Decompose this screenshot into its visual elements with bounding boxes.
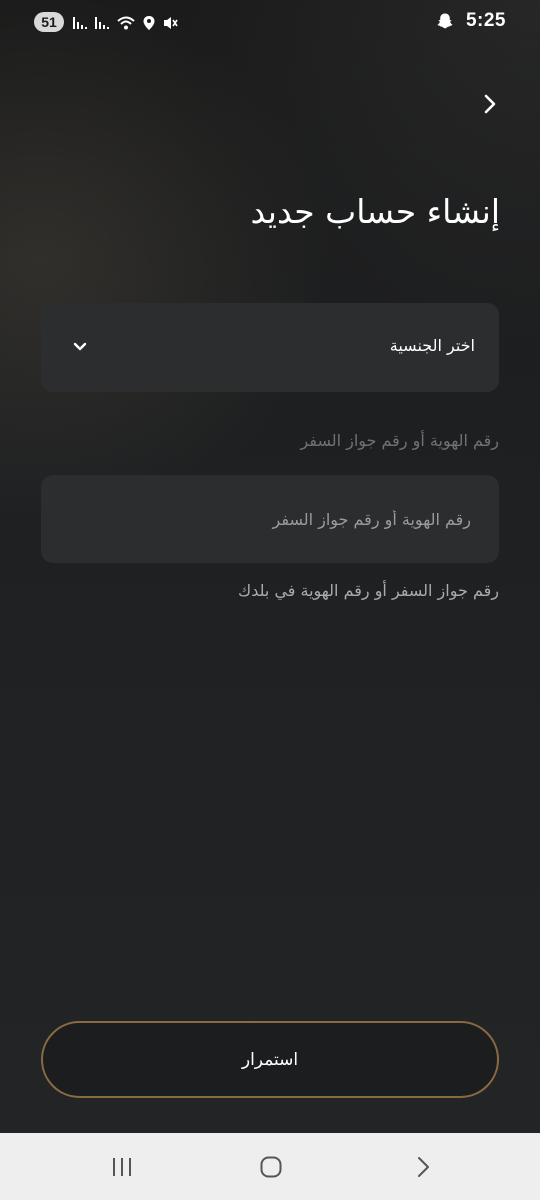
clock: 5:25 bbox=[465, 10, 506, 31]
mute-icon bbox=[164, 17, 178, 29]
signal-2-icon bbox=[95, 17, 109, 29]
id-number-input[interactable] bbox=[41, 475, 499, 563]
status-right: 5:25 bbox=[436, 10, 506, 32]
notification-count-badge: 51 bbox=[34, 12, 64, 32]
home-icon bbox=[260, 1156, 282, 1178]
signal-1-icon bbox=[73, 17, 87, 29]
recent-apps-icon bbox=[113, 1158, 131, 1176]
continue-button[interactable]: استمرار bbox=[41, 1021, 499, 1098]
id-field-label: رقم الهوية أو رقم جواز السفر bbox=[300, 431, 499, 450]
recent-apps-button[interactable] bbox=[102, 1151, 142, 1183]
status-bar: 51 5:25 bbox=[0, 0, 540, 46]
back-button[interactable] bbox=[474, 88, 506, 120]
wifi-icon bbox=[117, 16, 135, 30]
home-button[interactable] bbox=[251, 1151, 291, 1183]
id-field-helper-text: رقم جواز السفر أو رقم الهوية في بلدك bbox=[238, 581, 499, 600]
snapchat-icon bbox=[437, 13, 453, 29]
back-icon bbox=[418, 1157, 429, 1177]
status-icons bbox=[72, 13, 178, 33]
chevron-down-icon bbox=[71, 339, 89, 358]
nationality-select[interactable]: اختر الجنسية bbox=[41, 303, 499, 392]
nationality-select-label: اختر الجنسية bbox=[389, 336, 475, 355]
location-icon bbox=[143, 16, 155, 30]
chevron-right-icon bbox=[484, 94, 496, 114]
app-screen: 51 5:25 إنشاء حساب جديد اختر الجنسية رقم… bbox=[0, 0, 540, 1133]
nav-back-button[interactable] bbox=[403, 1151, 443, 1183]
system-navigation-bar bbox=[0, 1133, 540, 1200]
page-title: إنشاء حساب جديد bbox=[250, 192, 500, 231]
